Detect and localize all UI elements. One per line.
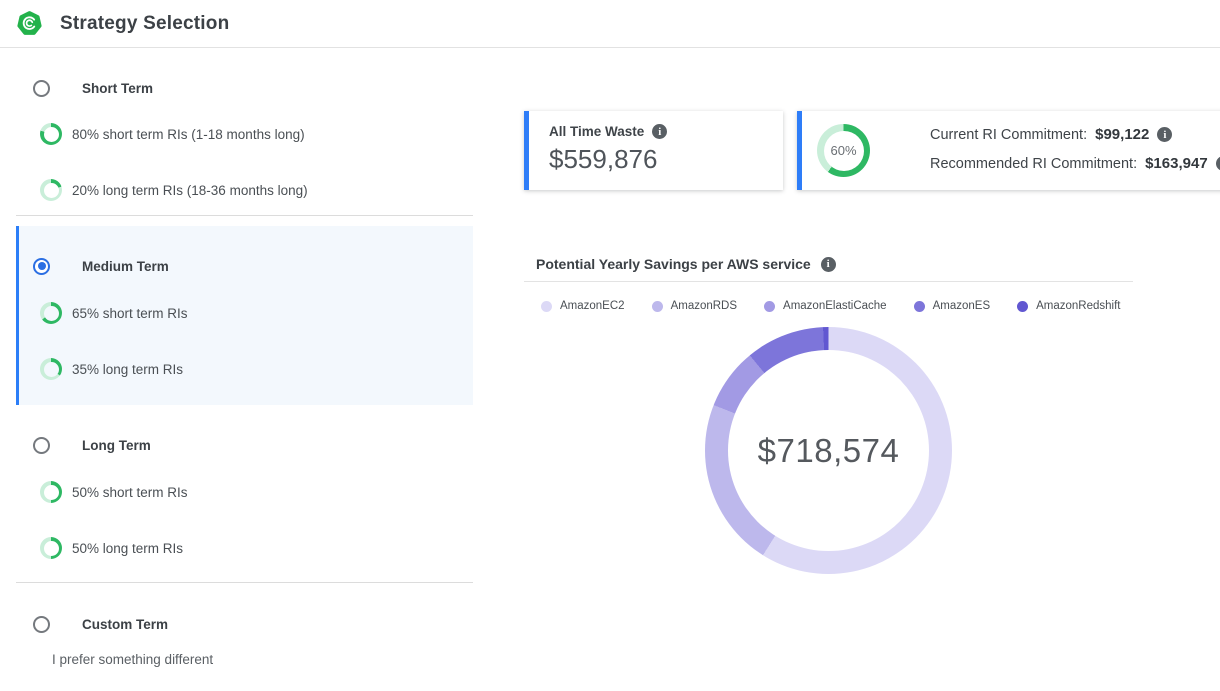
allocation-option: 50% long term RIs [40,537,183,559]
current-ri-label: Current RI Commitment: [930,127,1087,143]
legend-swatch-icon [652,301,663,312]
allocation-option: 65% short term RIs [40,302,188,324]
page-title: Strategy Selection [60,13,229,35]
legend-label: AmazonEC2 [560,300,625,312]
strategy-label: Medium Term [82,259,169,274]
recommended-ri-label: Recommended RI Commitment: [930,156,1137,172]
ri-commitment-card: 60% Current RI Commitment: $99,122 i Rec… [797,111,1220,190]
radio-short-term[interactable] [33,80,50,97]
page-header: Strategy Selection [0,0,1220,48]
strategy-selection-page: Strategy Selection Short Term 80% short … [0,0,1220,691]
savings-chart-title: Potential Yearly Savings per AWS service [536,256,811,272]
strategy-custom-term[interactable]: Custom Term [33,613,168,635]
section-divider [16,215,473,216]
strategy-label: Custom Term [82,617,168,632]
allocation-donut-icon [40,537,62,559]
recommended-ri-value: $163,947 [1145,155,1208,172]
info-icon[interactable]: i [1216,156,1220,171]
legend-item-amazonrds[interactable]: AmazonRDS [652,300,737,312]
legend-item-amazonec2[interactable]: AmazonEC2 [541,300,625,312]
commitment-gauge-label: 60% [817,124,870,177]
section-divider [16,582,473,583]
strategy-label: Short Term [82,81,153,96]
radio-long-term[interactable] [33,437,50,454]
brand-logo-icon [16,10,43,37]
strategy-long-term[interactable]: Long Term [33,434,151,456]
allocation-option: 35% long term RIs [40,358,183,380]
allocation-donut-icon [40,123,62,145]
chart-divider [524,281,1133,282]
legend-label: AmazonRedshift [1036,300,1120,312]
recommended-ri-commitment-row: Recommended RI Commitment: $163,947 i [930,155,1220,172]
info-icon[interactable]: i [1157,127,1172,142]
allocation-label: 20% long term RIs (18-36 months long) [72,183,308,198]
savings-total-value: $718,574 [705,327,952,574]
info-icon[interactable]: i [652,124,667,139]
legend-swatch-icon [541,301,552,312]
allocation-label: 50% short term RIs [72,485,188,500]
info-icon[interactable]: i [821,257,836,272]
savings-chart-header: Potential Yearly Savings per AWS service… [536,256,836,272]
current-ri-commitment-row: Current RI Commitment: $99,122 i [930,126,1220,143]
savings-donut[interactable]: $718,574 [705,327,952,574]
legend-label: AmazonElastiCache [783,300,887,312]
allocation-donut-icon [40,481,62,503]
waste-card-title: All Time Waste [549,124,644,139]
allocation-donut-icon [40,179,62,201]
allocation-label: 65% short term RIs [72,306,188,321]
legend-item-amazonredshift[interactable]: AmazonRedshift [1017,300,1120,312]
legend-swatch-icon [1017,301,1028,312]
allocation-label: 80% short term RIs (1-18 months long) [72,127,305,142]
legend-label: AmazonRDS [671,300,737,312]
legend-item-amazones[interactable]: AmazonES [914,300,991,312]
allocation-label: 35% long term RIs [72,362,183,377]
radio-medium-term[interactable] [33,258,50,275]
legend-swatch-icon [914,301,925,312]
all-time-waste-card: All Time Waste i $559,876 [524,111,783,190]
allocation-donut-icon [40,358,62,380]
allocation-label: 50% long term RIs [72,541,183,556]
allocation-option: 20% long term RIs (18-36 months long) [40,179,308,201]
commitment-gauge: 60% [817,124,870,177]
strategy-label: Long Term [82,438,151,453]
legend-swatch-icon [764,301,775,312]
allocation-option: 50% short term RIs [40,481,188,503]
waste-card-value: $559,876 [549,144,783,175]
legend-item-amazonelasticache[interactable]: AmazonElastiCache [764,300,887,312]
allocation-donut-icon [40,302,62,324]
legend-label: AmazonES [933,300,991,312]
radio-custom-term[interactable] [33,616,50,633]
strategy-medium-term[interactable]: Medium Term [33,255,169,277]
allocation-option: 80% short term RIs (1-18 months long) [40,123,305,145]
strategy-short-term[interactable]: Short Term [33,77,153,99]
current-ri-value: $99,122 [1095,126,1149,143]
chart-legend: AmazonEC2 AmazonRDS AmazonElastiCache Am… [541,300,1101,312]
custom-term-description: I prefer something different [52,652,213,667]
